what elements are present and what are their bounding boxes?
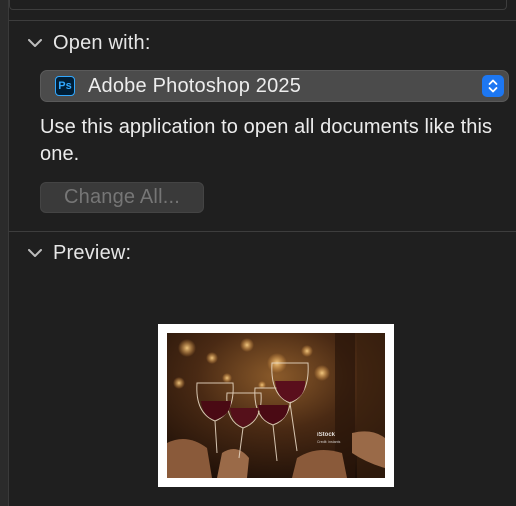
chevron-down-icon bbox=[27, 36, 43, 52]
wine-toast-photo: iStock Credit: instants bbox=[167, 333, 385, 478]
application-popup[interactable]: Ps Adobe Photoshop 2025 bbox=[40, 70, 509, 102]
watermark-text: iStock bbox=[317, 432, 336, 438]
photoshop-icon: Ps bbox=[55, 76, 75, 96]
application-popup-label: Adobe Photoshop 2025 bbox=[88, 74, 302, 97]
previous-section-box bbox=[9, 0, 507, 10]
divider bbox=[9, 231, 516, 232]
open-with-title: Open with: bbox=[53, 32, 151, 54]
window-left-border bbox=[0, 0, 9, 506]
change-all-button[interactable]: Change All... bbox=[40, 182, 204, 213]
open-with-description: Use this application to open all documen… bbox=[40, 116, 493, 165]
open-with-disclosure[interactable]: Open with: bbox=[27, 32, 151, 55]
preview-disclosure[interactable]: Preview: bbox=[27, 242, 131, 265]
popup-stepper-icon bbox=[482, 75, 504, 97]
preview-title: Preview: bbox=[53, 242, 132, 264]
chevron-down-icon bbox=[27, 246, 43, 262]
watermark-credit: Credit: instants bbox=[317, 440, 341, 444]
info-panel: Open with: Ps Adobe Photoshop 2025 Use t… bbox=[9, 0, 516, 506]
divider bbox=[9, 20, 516, 21]
preview-thumbnail: iStock Credit: instants bbox=[158, 324, 394, 487]
